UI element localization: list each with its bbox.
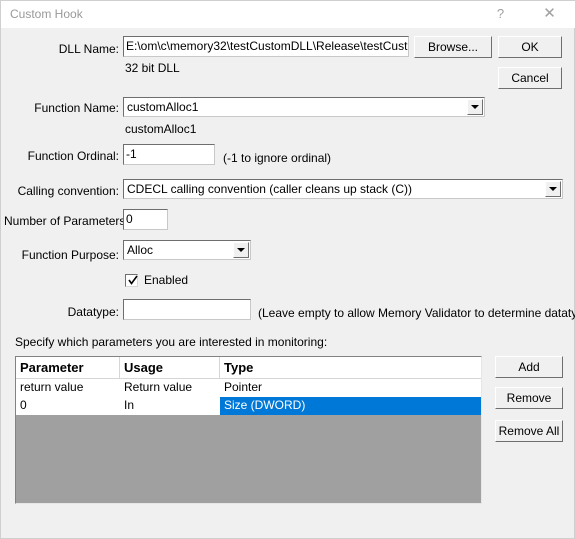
- chevron-down-icon[interactable]: [467, 99, 483, 115]
- cell-type[interactable]: Size (DWORD): [220, 397, 481, 415]
- remove-button[interactable]: Remove: [495, 387, 563, 409]
- table-header-row: Parameter Usage Type: [16, 357, 481, 379]
- function-ordinal-label: Function Ordinal:: [27, 149, 119, 163]
- remove-all-button[interactable]: Remove All: [495, 420, 563, 442]
- datatype-label: Datatype:: [67, 305, 119, 319]
- column-header-usage[interactable]: Usage: [120, 357, 220, 379]
- window-title: Custom Hook: [10, 7, 83, 21]
- add-button-label: Add: [496, 357, 562, 377]
- calling-convention-label: Calling convention:: [17, 184, 119, 198]
- function-ordinal-hint: (-1 to ignore ordinal): [223, 151, 332, 165]
- dll-name-label: DLL Name:: [58, 42, 119, 56]
- cell-parameter[interactable]: 0: [16, 397, 120, 415]
- column-header-type[interactable]: Type: [220, 357, 481, 379]
- close-icon[interactable]: ✕: [527, 1, 572, 27]
- parameters-table[interactable]: Parameter Usage Type return value Return…: [15, 356, 482, 504]
- function-purpose-label: Function Purpose:: [21, 248, 119, 262]
- cell-usage[interactable]: Return value: [120, 379, 220, 397]
- table-row[interactable]: 0 In Size (DWORD): [16, 397, 481, 415]
- cell-usage[interactable]: In: [120, 397, 220, 415]
- chevron-down-icon[interactable]: [545, 181, 561, 197]
- datatype-hint: (Leave empty to allow Memory Validator t…: [258, 306, 575, 320]
- function-purpose-combo[interactable]: Alloc: [123, 240, 251, 260]
- titlebar: Custom Hook ? ✕: [1, 1, 575, 28]
- parameters-caption: Specify which parameters you are interes…: [15, 335, 328, 349]
- ok-button-label: OK: [499, 37, 561, 57]
- number-of-parameters-label: Number of Parameters:: [4, 214, 129, 228]
- table-row[interactable]: return value Return value Pointer: [16, 379, 481, 397]
- function-name-value: customAlloc1: [127, 100, 199, 114]
- cell-parameter[interactable]: return value: [16, 379, 120, 397]
- cell-type[interactable]: Pointer: [220, 379, 481, 397]
- function-name-combo[interactable]: customAlloc1: [123, 97, 485, 117]
- custom-hook-dialog: Custom Hook ? ✕ DLL Name: E:\om\c\memory…: [0, 0, 575, 539]
- ok-button[interactable]: OK: [498, 36, 562, 58]
- add-button[interactable]: Add: [495, 356, 563, 378]
- column-header-parameter[interactable]: Parameter: [16, 357, 120, 379]
- dll-name-input[interactable]: E:\om\c\memory32\testCustomDLL\Release\t…: [123, 36, 409, 57]
- function-ordinal-input[interactable]: -1: [123, 144, 215, 165]
- function-name-note: customAlloc1: [125, 122, 197, 136]
- help-icon[interactable]: ?: [478, 1, 523, 27]
- chevron-down-icon[interactable]: [233, 242, 249, 258]
- calling-convention-combo[interactable]: CDECL calling convention (caller cleans …: [123, 179, 563, 199]
- cancel-button-label: Cancel: [499, 68, 561, 88]
- function-name-label: Function Name:: [34, 101, 119, 115]
- cancel-button[interactable]: Cancel: [498, 67, 562, 89]
- remove-all-button-label: Remove All: [496, 421, 562, 441]
- browse-button[interactable]: Browse...: [414, 36, 492, 58]
- checkmark-icon: [128, 275, 138, 285]
- remove-button-label: Remove: [496, 388, 562, 408]
- browse-button-label: Browse...: [415, 37, 491, 57]
- datatype-input[interactable]: [123, 299, 251, 320]
- enabled-checkbox-label: Enabled: [144, 273, 189, 287]
- function-purpose-value: Alloc: [127, 243, 154, 257]
- dll-bitness-note: 32 bit DLL: [125, 61, 180, 75]
- enabled-checkbox-box[interactable]: [125, 274, 138, 287]
- calling-convention-value: CDECL calling convention (caller cleans …: [127, 182, 412, 196]
- number-of-parameters-input[interactable]: 0: [123, 209, 168, 230]
